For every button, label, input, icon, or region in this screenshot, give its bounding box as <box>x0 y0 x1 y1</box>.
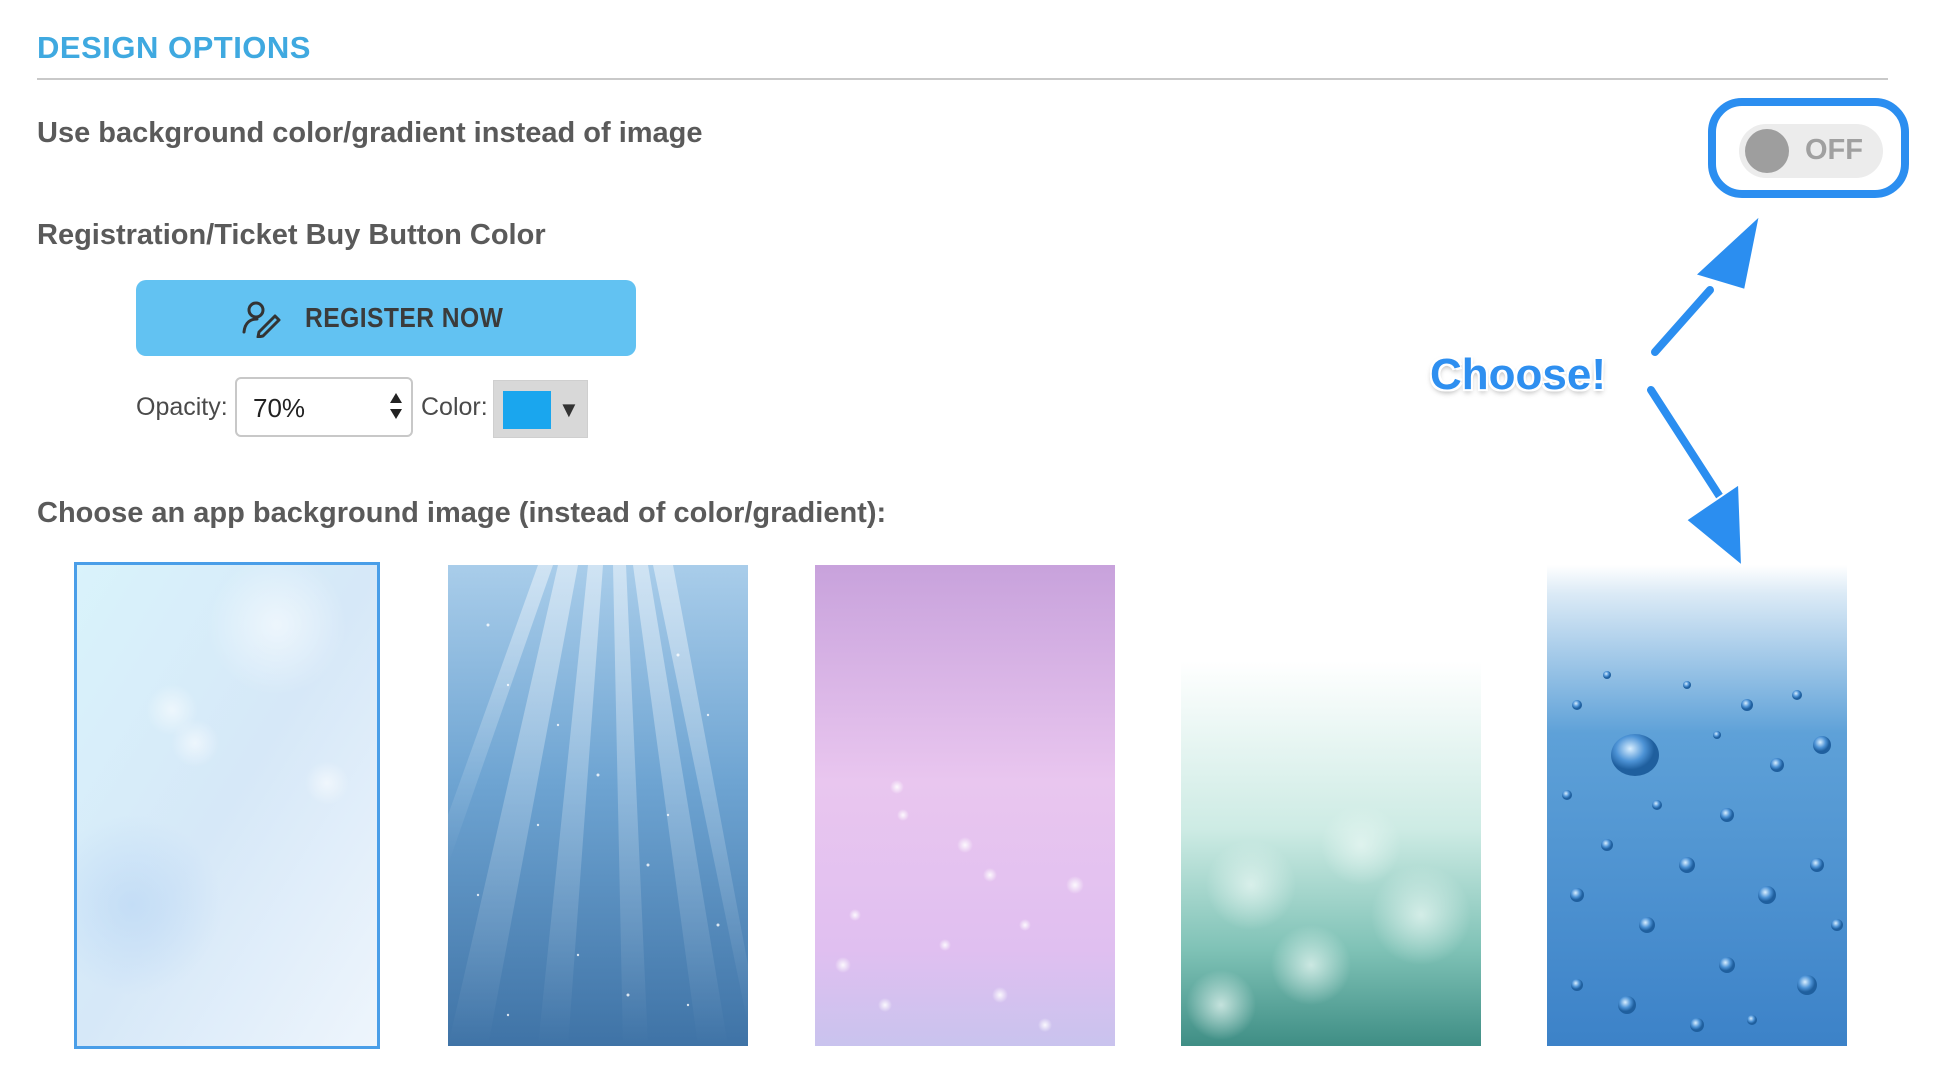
color-picker[interactable]: ▼ <box>493 380 588 438</box>
background-thumbnail-2[interactable] <box>448 565 748 1046</box>
user-edit-icon <box>242 301 281 338</box>
color-label: Color: <box>421 393 488 421</box>
section-title: DESIGN OPTIONS <box>37 30 311 65</box>
background-thumbnail-5[interactable] <box>1547 565 1847 1046</box>
background-image-label: Choose an app background image (instead … <box>37 497 887 529</box>
white-teal-bokeh-image <box>1181 565 1481 1046</box>
blue-water-droplets-image <box>1547 565 1847 1046</box>
gradient-toggle[interactable]: OFF <box>1739 124 1883 178</box>
caret-down-icon: ▼ <box>558 397 580 422</box>
purple-pink-sparkles-image <box>815 565 1115 1046</box>
background-thumbnail-4[interactable] <box>1181 565 1481 1046</box>
section-divider <box>37 78 1888 80</box>
background-thumbnail-3[interactable] <box>815 565 1115 1046</box>
opacity-select[interactable]: 70% <box>235 377 413 437</box>
register-now-button[interactable]: REGISTER NOW <box>136 280 636 356</box>
opacity-value: 70% <box>253 393 306 423</box>
blue-light-rays-image <box>448 565 748 1046</box>
color-swatch <box>503 391 551 429</box>
soft-light-blue-bokeh-image <box>77 565 377 1046</box>
register-button-label: REGISTER NOW <box>305 302 504 333</box>
toggle-state-label: OFF <box>1805 134 1863 166</box>
updown-arrows-icon <box>390 393 402 419</box>
gradient-option-label: Use background color/gradient instead of… <box>37 117 703 149</box>
toggle-knob <box>1745 129 1789 173</box>
opacity-label: Opacity: <box>136 393 228 421</box>
background-thumbnail-1[interactable] <box>74 562 380 1049</box>
button-color-label: Registration/Ticket Buy Button Color <box>37 219 546 251</box>
choose-annotation: Choose! <box>1430 350 1606 399</box>
